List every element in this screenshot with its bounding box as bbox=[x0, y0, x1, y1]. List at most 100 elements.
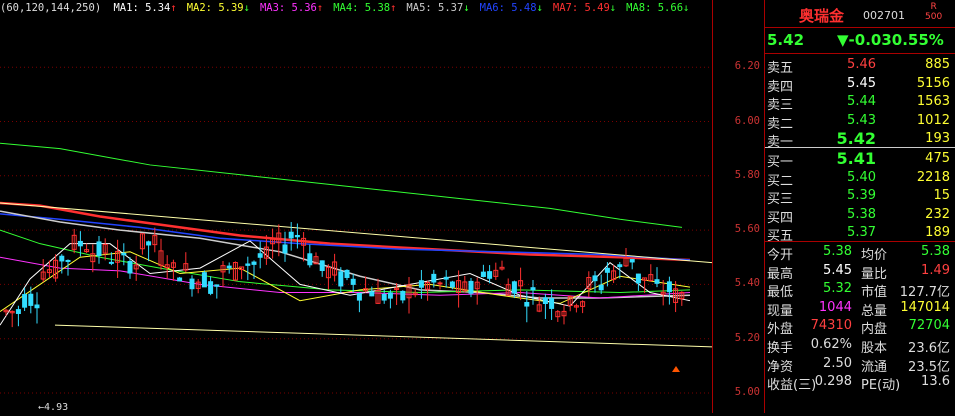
candle-down bbox=[245, 263, 251, 266]
ma-item: MA2: 5.39 bbox=[186, 2, 244, 14]
ma-item: MA3: 5.36 bbox=[259, 2, 317, 14]
candle-down bbox=[189, 278, 195, 290]
ma-item: MA6: 5.48 bbox=[479, 2, 537, 14]
price-tick: 5.40 bbox=[734, 277, 760, 289]
candle-down bbox=[344, 269, 350, 278]
stat-label: 量比 bbox=[861, 266, 888, 282]
candle-down bbox=[418, 280, 424, 288]
candle-down bbox=[121, 252, 127, 256]
stock-name[interactable]: 奥瑞金 bbox=[799, 5, 844, 26]
price-tick: 5.00 bbox=[734, 386, 760, 398]
level-price: 5.41 bbox=[836, 149, 876, 168]
level-volume: 1563 bbox=[916, 94, 950, 110]
stat-label: 收益(三) bbox=[767, 378, 817, 394]
stock-code: 002701 bbox=[863, 9, 905, 22]
price-axis: 6.20 6.00 5.80 5.60 5.40 5.20 5.00 bbox=[712, 0, 764, 413]
ma-arrow: ↓ bbox=[536, 2, 543, 14]
candle-down bbox=[598, 284, 604, 291]
candle-down bbox=[381, 293, 387, 301]
change-percent: 0.55% bbox=[891, 31, 944, 49]
stat-value: 74310 bbox=[810, 318, 852, 334]
current-price: 5.42 bbox=[767, 31, 805, 49]
change-value: ▼-0.03 bbox=[837, 31, 892, 49]
candle-down bbox=[604, 267, 610, 273]
signal-marker bbox=[672, 366, 680, 372]
level-price: 5.42 bbox=[836, 129, 876, 149]
candle-down bbox=[28, 293, 34, 306]
candle-down bbox=[338, 271, 344, 287]
flag-top: R bbox=[930, 2, 937, 12]
order-book-row[interactable]: 卖四 5.45 5156 bbox=[765, 75, 955, 95]
level-volume: 5156 bbox=[916, 75, 950, 91]
price-change: ▼-0.030.55% bbox=[837, 31, 944, 49]
divider bbox=[765, 241, 955, 242]
stats-row: 最低 5.32 市值 127.7亿 bbox=[765, 281, 955, 300]
candlestick-chart[interactable]: (60,120,144,250) MA1: 5.34 ↑ MA2: 5.39 ↓ MA3… bbox=[0, 0, 713, 413]
level-volume: 475 bbox=[925, 151, 950, 166]
level-price: 5.45 bbox=[847, 75, 876, 91]
candle-down bbox=[15, 309, 21, 314]
candle-down bbox=[592, 275, 598, 282]
candle-down bbox=[487, 271, 493, 279]
candle-down bbox=[214, 284, 220, 287]
ma-arrow: ↑ bbox=[316, 2, 324, 14]
ma-item: MA1: 5.34 bbox=[113, 2, 171, 14]
stats-row: 现量 1044 总量 147014 bbox=[765, 299, 955, 319]
candle-down bbox=[177, 277, 183, 282]
stat-label: 股本 bbox=[861, 341, 888, 356]
candle-down bbox=[226, 265, 232, 269]
level-volume: 193 bbox=[925, 131, 950, 147]
level-label: 卖五 bbox=[767, 61, 794, 76]
candle-down bbox=[294, 234, 300, 238]
stat-value: 0.298 bbox=[814, 374, 852, 390]
order-book-row[interactable]: 买一 5.41 475 bbox=[765, 149, 955, 170]
candle-down bbox=[319, 260, 325, 272]
stat-label: 总量 bbox=[861, 303, 888, 319]
ma-params: (60,120,144,250) bbox=[0, 2, 102, 14]
candle-down bbox=[480, 271, 486, 277]
stat-value: 72704 bbox=[908, 318, 950, 334]
level-label: 买三 bbox=[767, 192, 794, 208]
stat-value: 2.50 bbox=[823, 355, 852, 371]
stat-value: 1.49 bbox=[921, 262, 950, 278]
order-book-row[interactable]: 卖三 5.44 1563 bbox=[765, 94, 955, 113]
order-book-row[interactable]: 买四 5.38 232 bbox=[765, 207, 955, 226]
candle-down bbox=[617, 264, 623, 268]
candle-down bbox=[350, 278, 356, 285]
candle-down bbox=[431, 273, 437, 283]
level-label: 买二 bbox=[767, 173, 794, 189]
low-value: 4.93 bbox=[44, 402, 69, 413]
quote-panel: 奥瑞金 002701 R 500 5.42 ▼-0.030.55% 卖五 5.46… bbox=[764, 0, 955, 413]
order-book-row[interactable]: 卖五 5.46 885 bbox=[765, 57, 955, 76]
stat-value: 147014 bbox=[900, 299, 950, 315]
stats-row: 最高 5.45 量比 1.49 bbox=[765, 262, 955, 282]
divider bbox=[765, 53, 955, 54]
stat-label: 换手 bbox=[767, 341, 794, 356]
candle-down bbox=[146, 241, 152, 246]
stat-label: 均价 bbox=[861, 248, 888, 263]
moving-average-legend: (60,120,144,250) MA1: 5.34 ↑ MA2: 5.39 ↓ MA3… bbox=[0, 2, 699, 14]
candle-down bbox=[127, 260, 133, 274]
stat-label: 净资 bbox=[767, 359, 794, 375]
stat-value: 5.38 bbox=[921, 244, 950, 259]
candle-down bbox=[282, 244, 288, 254]
order-book-row[interactable]: 卖二 5.43 1012 bbox=[765, 113, 955, 132]
candle-down bbox=[542, 297, 548, 305]
candle-down bbox=[251, 261, 257, 265]
candle-down bbox=[549, 298, 555, 309]
candle-down bbox=[468, 280, 474, 294]
order-book-row[interactable]: 买二 5.40 2218 bbox=[765, 170, 955, 189]
stats-row: 今开 5.38 均价 5.38 bbox=[765, 244, 955, 263]
stat-label: 最高 bbox=[767, 266, 794, 282]
order-book-row[interactable]: 买三 5.39 15 bbox=[765, 188, 955, 208]
level-price: 5.37 bbox=[847, 225, 876, 241]
level-volume: 189 bbox=[925, 225, 950, 241]
level-price: 5.44 bbox=[847, 94, 876, 110]
candle-down bbox=[307, 253, 313, 266]
candle-down bbox=[96, 241, 102, 257]
ma-arrow: ↓ bbox=[463, 2, 470, 14]
chart-canvas[interactable] bbox=[0, 0, 713, 413]
ma-item: MA5: 5.37 bbox=[406, 2, 464, 14]
candle-down bbox=[108, 261, 114, 264]
stat-value: 23.6亿 bbox=[908, 341, 950, 356]
